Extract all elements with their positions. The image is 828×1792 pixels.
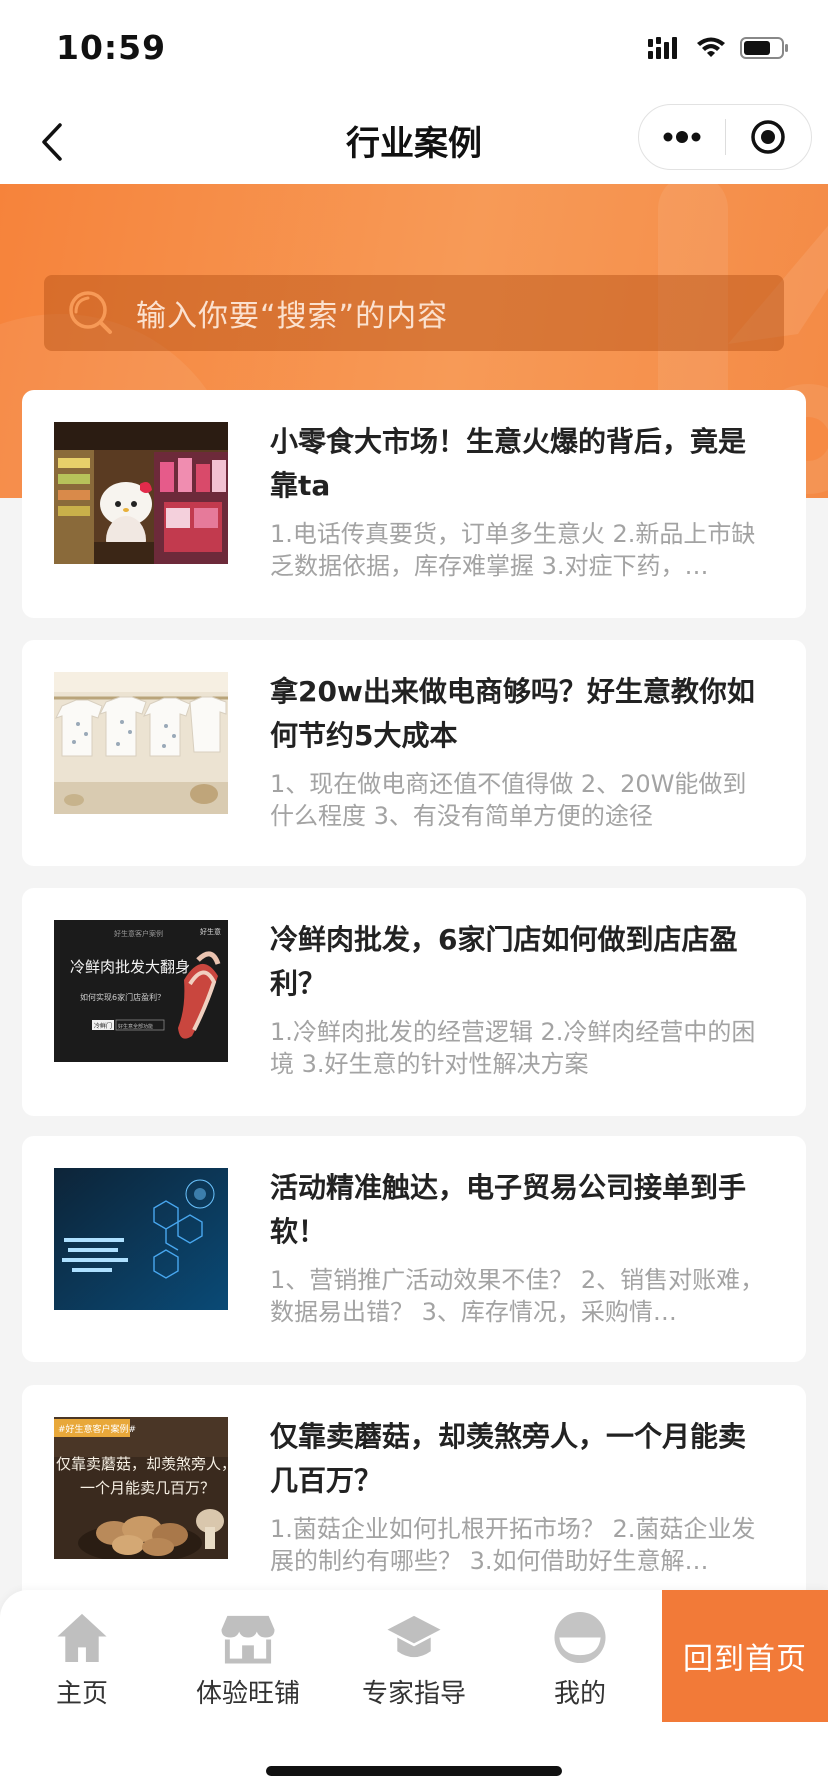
more-dots-icon (663, 131, 701, 143)
meat-poster-badge: 好生意客户案例 (114, 929, 163, 938)
app-screen: 10:59 行业案例 输入你要“搜索”的内容 小零食大市场！生意火爆的背后，竟是… (0, 0, 828, 1792)
home-indicator (266, 1766, 562, 1776)
meat-poster-brand: 好生意 (200, 927, 221, 936)
tab-home[interactable]: 主页 (12, 1610, 152, 1710)
case-card[interactable]: 好生意客户案例 好生意 冷鲜肉批发大翻身 如何实现6家门店盈利？ 冷鲜门 好生意… (22, 888, 806, 1116)
tab-expert[interactable]: 专家指导 (344, 1610, 484, 1710)
back-to-home-label: 回到首页 (683, 1642, 807, 1677)
case-title: 冷鲜肉批发，6家门店如何做到店店盈利？ (270, 923, 738, 1000)
case-thumbnail-snack-store (54, 422, 228, 564)
cellular-signal-icon (648, 37, 677, 59)
graduation-cap-icon (387, 1615, 441, 1658)
case-thumbnail-tech (54, 1168, 228, 1310)
meat-poster-tag2: 好生意全部功能 (118, 1023, 153, 1030)
meat-poster-subheadline: 如何实现6家门店盈利？ (80, 992, 165, 1002)
baby-clothes-photo (54, 672, 228, 814)
case-card[interactable]: 小零食大市场！生意火爆的背后，竟是靠ta 1.电话传真要货，订单多生意火 2.新… (22, 390, 806, 618)
case-title: 活动精准触达，电子贸易公司接单到手软！ (270, 1171, 747, 1248)
molecule-tech-photo (54, 1168, 228, 1310)
search-icon (69, 291, 112, 334)
tab-home-label: 主页 (55, 1679, 108, 1709)
target-icon (751, 120, 785, 154)
case-title: 仅靠卖蘑菇，却羡煞旁人，一个月能卖几百万？ (270, 1420, 747, 1497)
home-icon (57, 1613, 107, 1663)
mushroom-poster-line1: 仅靠卖蘑菇，却羡煞旁人， (56, 1455, 228, 1473)
bottom-tab-bar: 主页 体验旺铺 专家指导 我的 回到首页 (0, 1590, 828, 1792)
tab-store[interactable]: 体验旺铺 (178, 1610, 318, 1710)
case-description: 1.电话传真要货，订单多生意火 2.新品上市缺乏数据依据，库存难掌握 3.对症下… (270, 520, 756, 580)
meat-poster: 好生意客户案例 好生意 冷鲜肉批发大翻身 如何实现6家门店盈利？ 冷鲜门 好生意… (54, 920, 228, 1062)
navigation-bar: 行业案例 (0, 100, 828, 184)
status-time: 10:59 (56, 28, 167, 67)
battery-icon (740, 37, 788, 59)
more-button[interactable] (639, 105, 725, 169)
case-thumbnail-mushroom: #好生意客户案例# 仅靠卖蘑菇，却羡煞旁人， 一个月能卖几百万？ (54, 1417, 228, 1559)
mushroom-poster-badge: #好生意客户案例# (58, 1423, 136, 1435)
case-thumbnail-baby-clothes (54, 672, 228, 814)
tab-expert-label: 专家指导 (361, 1679, 466, 1709)
search-input[interactable]: 输入你要“搜索”的内容 (44, 275, 784, 351)
case-description: 1、营销推广活动效果不佳？ 2、销售对账难，数据易出错？ 3、库存情况，采购情… (270, 1266, 765, 1326)
mini-program-capsule (638, 104, 812, 170)
case-description: 1.冷鲜肉批发的经营逻辑 2.冷鲜肉经营中的困境 3.好生意的针对性解决方案 (270, 1018, 756, 1078)
back-to-home-button[interactable]: 回到首页 (662, 1590, 828, 1722)
store-icon (221, 1615, 275, 1664)
tab-mine[interactable]: 我的 (510, 1610, 650, 1710)
case-title: 小零食大市场！生意火爆的背后，竟是靠ta (270, 425, 747, 502)
case-card[interactable]: 活动精准触达，电子贸易公司接单到手软！ 1、营销推广活动效果不佳？ 2、销售对账… (22, 1136, 806, 1362)
case-card[interactable]: #好生意客户案例# 仅靠卖蘑菇，却羡煞旁人， 一个月能卖几百万？ 仅靠卖蘑菇，却… (22, 1385, 806, 1625)
tab-store-label: 体验旺铺 (195, 1679, 300, 1709)
status-icons (648, 36, 790, 60)
status-bar: 10:59 (0, 0, 828, 100)
case-title: 拿20w出来做电商够吗？好生意教你如何节约5大成本 (270, 675, 755, 752)
case-description: 1、现在做电商还值不值得做 2、20W能做到什么程度 3、有没有简单方便的途径 (270, 770, 747, 830)
meat-poster-headline: 冷鲜肉批发大翻身 (70, 958, 190, 976)
meat-poster-tag: 冷鲜门 (94, 1022, 112, 1030)
close-miniprogram-button[interactable] (726, 105, 812, 169)
wifi-icon (697, 37, 725, 57)
mushroom-poster: #好生意客户案例# 仅靠卖蘑菇，却羡煞旁人， 一个月能卖几百万？ (54, 1417, 228, 1559)
user-avatar-icon (554, 1611, 606, 1664)
case-card[interactable]: 拿20w出来做电商够吗？好生意教你如何节约5大成本 1、现在做电商还值不值得做 … (22, 640, 806, 866)
case-description: 1.菌菇企业如何扎根开拓市场？ 2.菌菇企业发展的制约有哪些？ 3.如何借助好生… (270, 1515, 756, 1575)
mushroom-poster-line2: 一个月能卖几百万？ (80, 1479, 215, 1497)
snack-store-photo (54, 422, 228, 564)
tab-mine-label: 我的 (553, 1679, 606, 1709)
search-placeholder: 输入你要“搜索”的内容 (136, 299, 449, 334)
case-thumbnail-meat: 好生意客户案例 好生意 冷鲜肉批发大翻身 如何实现6家门店盈利？ 冷鲜门 好生意… (54, 920, 228, 1062)
